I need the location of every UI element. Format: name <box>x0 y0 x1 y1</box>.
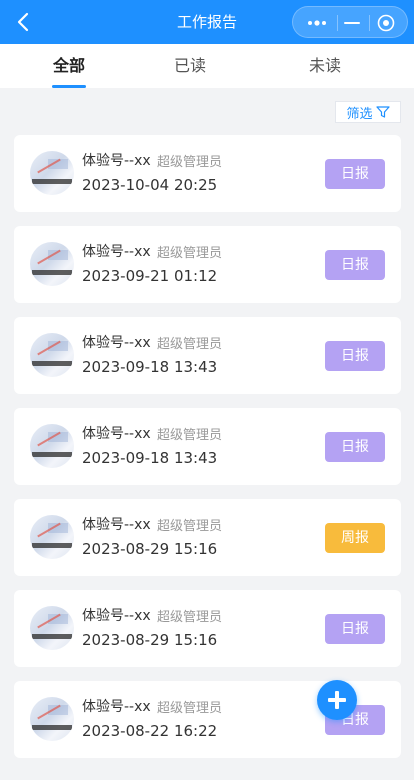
filter-button[interactable]: 筛选 <box>335 101 401 123</box>
report-type-badge[interactable]: 日报 <box>325 159 385 189</box>
tab-label: 已读 <box>173 56 206 75</box>
report-time: 2023-08-22 16:22 <box>82 722 218 740</box>
avatar <box>30 242 74 286</box>
report-type-badge[interactable]: 日报 <box>325 614 385 644</box>
app-header: 工作报告 <box>0 0 414 44</box>
report-time: 2023-08-29 15:16 <box>82 540 218 558</box>
report-type-badge[interactable]: 日报 <box>325 341 385 371</box>
report-time: 2023-09-18 13:43 <box>82 358 218 376</box>
report-type-badge[interactable]: 日报 <box>325 432 385 462</box>
tab-all[interactable]: 全部 <box>0 44 138 88</box>
avatar <box>30 424 74 468</box>
report-time: 2023-10-04 20:25 <box>82 176 218 194</box>
capsule-divider <box>369 15 370 31</box>
report-card[interactable]: 体验号--xx 超级管理员 2023-08-29 15:16 日报 <box>14 590 401 667</box>
reporter-role: 超级管理员 <box>157 337 223 352</box>
more-dots-icon[interactable] <box>306 14 328 32</box>
report-card[interactable]: 体验号--xx 超级管理员 2023-09-18 13:43 日报 <box>14 317 401 394</box>
tab-bar: 全部 已读 未读 <box>0 44 414 88</box>
report-type-badge[interactable]: 日报 <box>325 250 385 280</box>
filter-label: 筛选 <box>346 106 373 122</box>
reporter-name: 体验号--xx <box>82 517 151 533</box>
active-tab-indicator <box>52 85 86 88</box>
avatar <box>30 515 74 559</box>
reporter-role: 超级管理员 <box>157 519 223 534</box>
report-card[interactable]: 体验号--xx 超级管理员 2023-08-29 15:16 周报 <box>14 499 401 576</box>
reporter-role: 超级管理员 <box>157 610 223 625</box>
report-card[interactable]: 体验号--xx 超级管理员 2023-09-21 01:12 日报 <box>14 226 401 303</box>
tab-label: 未读 <box>308 56 341 75</box>
avatar <box>30 697 74 741</box>
report-card[interactable]: 体验号--xx 超级管理员 2023-10-04 20:25 日报 <box>14 135 401 212</box>
reporter-role: 超级管理员 <box>157 428 223 443</box>
tab-unread[interactable]: 未读 <box>256 44 394 88</box>
close-target-icon[interactable] <box>375 14 397 32</box>
reporter-name: 体验号--xx <box>82 699 151 715</box>
reporter-name: 体验号--xx <box>82 426 151 442</box>
reporter-name: 体验号--xx <box>82 335 151 351</box>
report-time: 2023-08-29 15:16 <box>82 631 218 649</box>
minimize-icon[interactable] <box>341 14 363 32</box>
mini-program-capsule <box>292 6 408 38</box>
reporter-role: 超级管理员 <box>157 246 223 261</box>
tab-label: 全部 <box>52 56 85 75</box>
report-time: 2023-09-21 01:12 <box>82 267 218 285</box>
avatar <box>30 333 74 377</box>
tab-read[interactable]: 已读 <box>121 44 259 88</box>
report-type-badge[interactable]: 周报 <box>325 523 385 553</box>
avatar <box>30 606 74 650</box>
reporter-name: 体验号--xx <box>82 244 151 260</box>
reporter-role: 超级管理员 <box>157 701 223 716</box>
avatar <box>30 151 74 195</box>
reporter-name: 体验号--xx <box>82 608 151 624</box>
reporter-role: 超级管理员 <box>157 155 223 170</box>
reporter-name: 体验号--xx <box>82 153 151 169</box>
capsule-divider <box>337 15 338 31</box>
report-time: 2023-09-18 13:43 <box>82 449 218 467</box>
add-report-button[interactable] <box>317 680 357 720</box>
report-card[interactable]: 体验号--xx 超级管理员 2023-09-18 13:43 日报 <box>14 408 401 485</box>
filter-funnel-icon <box>375 106 390 118</box>
